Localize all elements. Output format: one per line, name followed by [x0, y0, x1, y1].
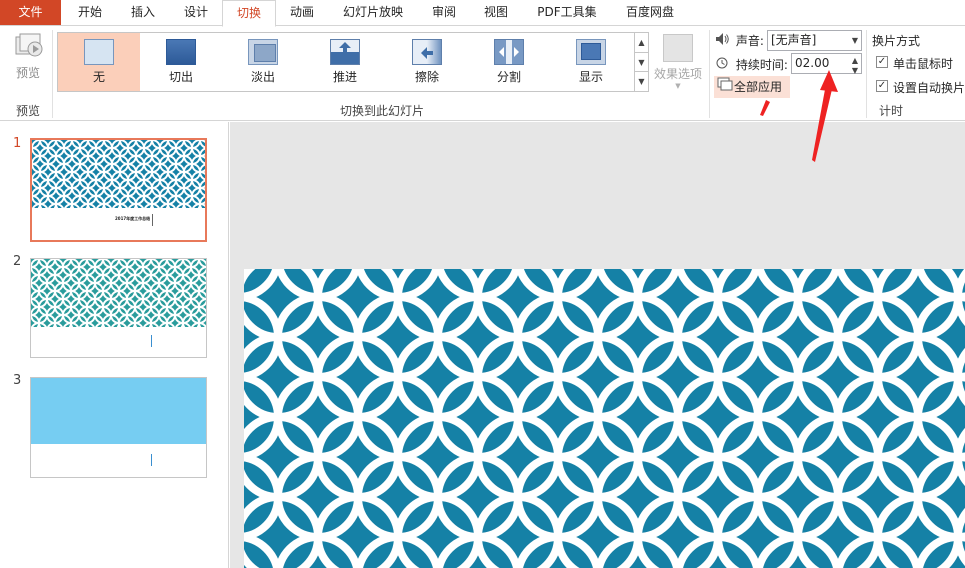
gallery-more-icon[interactable]: ▼ — [634, 71, 648, 91]
text-cursor — [151, 335, 152, 347]
transition-label: 推进 — [332, 70, 357, 84]
tab-view[interactable]: 视图 — [473, 0, 519, 26]
duration-label: 持续时间: — [735, 58, 788, 72]
sound-label: 声音: — [735, 34, 764, 48]
tab-design[interactable]: 设计 — [172, 0, 220, 26]
ribbon: 预览 预览 无 切出 淡出 推进 擦除 分割 显示 ▲ ▼ ▼ 效果选项 ▼ 切… — [0, 26, 965, 121]
duration-row: 持续时间: — [716, 56, 788, 73]
advance-slide-title: 换片方式 — [872, 34, 921, 48]
on-click-checkbox[interactable]: ✓ — [876, 56, 888, 68]
auto-advance-label: 设置自动换片 — [893, 81, 965, 95]
tab-slideshow[interactable]: 幻灯片放映 — [333, 0, 413, 26]
tab-home[interactable]: 开始 — [66, 0, 114, 26]
gallery-scroll-down-icon[interactable]: ▼ — [634, 52, 648, 71]
slide-1-pattern — [32, 140, 205, 208]
tab-insert[interactable]: 插入 — [119, 0, 167, 26]
group-divider — [709, 30, 710, 118]
slide-1-caption: 2017年度工作总结 — [115, 216, 151, 221]
slide-number: 3 — [13, 373, 22, 388]
wipe-transition-icon — [412, 39, 442, 65]
preview-button-label: 预览 — [15, 66, 40, 80]
slide-edit-area — [230, 122, 965, 568]
slide-thumbnail-panel: 1 2017年度工作总结 2 3 — [0, 122, 229, 568]
current-slide-canvas[interactable] — [244, 269, 965, 568]
transition-split[interactable]: 分割 — [468, 33, 550, 91]
slide-2-pattern — [31, 259, 206, 327]
sound-value: [无声音] — [771, 33, 817, 47]
timing-group-label: 计时 — [878, 104, 903, 118]
slide-thumbnail-2[interactable] — [30, 258, 207, 358]
transition-push[interactable]: 推进 — [304, 33, 386, 91]
sound-row: 声音: — [716, 32, 764, 49]
effect-options-button[interactable]: 效果选项 ▼ — [652, 34, 704, 90]
transition-label: 擦除 — [414, 70, 439, 84]
slide-number: 2 — [13, 254, 22, 269]
tabbar-divider — [0, 25, 965, 26]
group-divider — [52, 30, 53, 118]
text-cursor — [151, 454, 152, 466]
none-transition-icon — [84, 39, 114, 65]
slide-background-pattern — [244, 269, 965, 568]
split-transition-icon — [494, 39, 524, 65]
duration-spinner[interactable]: 02.00 ▲ ▼ — [791, 53, 862, 75]
tab-file[interactable]: 文件 — [0, 0, 61, 26]
preview-icon — [12, 32, 44, 62]
auto-advance-checkbox[interactable]: ✓ — [876, 80, 888, 92]
clock-icon — [716, 57, 732, 72]
speaker-icon — [716, 33, 732, 48]
text-cursor — [152, 214, 153, 226]
sound-select[interactable]: [无声音] ▼ — [767, 30, 862, 51]
effect-options-icon — [663, 34, 693, 62]
slide-thumbnail-1[interactable]: 2017年度工作总结 — [30, 138, 207, 242]
preview-button[interactable]: 预览 — [6, 32, 50, 81]
transition-fade[interactable]: 淡出 — [222, 33, 304, 91]
fade-transition-icon — [248, 39, 278, 65]
tab-pdf-tools[interactable]: PDF工具集 — [527, 0, 607, 26]
slide-number: 1 — [13, 136, 22, 151]
tab-transitions[interactable]: 切换 — [222, 0, 276, 27]
transition-group-label: 切换到此幻灯片 — [339, 104, 424, 118]
tab-animations[interactable]: 动画 — [278, 0, 326, 26]
transition-gallery: 无 切出 淡出 推进 擦除 分割 显示 ▲ ▼ ▼ — [57, 32, 649, 92]
transition-wipe[interactable]: 擦除 — [386, 33, 468, 91]
tab-review[interactable]: 审阅 — [421, 0, 467, 26]
duration-value: 02.00 — [795, 56, 830, 70]
effect-options-label: 效果选项 — [653, 67, 702, 81]
apply-all-icon — [714, 76, 734, 98]
spin-down-icon[interactable]: ▼ — [852, 61, 858, 80]
chevron-down-icon[interactable]: ▼ — [852, 31, 858, 50]
ribbon-tab-bar: 文件 开始 插入 设计 切换 动画 幻灯片放映 审阅 视图 PDF工具集 百度网… — [0, 0, 965, 27]
apply-all-button[interactable]: 全部应用 — [714, 76, 790, 98]
preview-group-label: 预览 — [15, 104, 40, 118]
transition-none[interactable]: 无 — [58, 33, 140, 91]
transition-label: 切出 — [168, 70, 193, 84]
cut-transition-icon — [166, 39, 196, 65]
apply-all-label: 全部应用 — [734, 80, 783, 94]
on-click-label: 单击鼠标时 — [893, 57, 954, 71]
transition-label: 分割 — [496, 70, 521, 84]
transition-label: 无 — [92, 70, 105, 84]
transition-label: 淡出 — [250, 70, 275, 84]
push-transition-icon — [330, 39, 360, 65]
transition-reveal[interactable]: 显示 — [550, 33, 632, 91]
slide-3-header — [31, 378, 206, 444]
slide-thumbnail-3[interactable] — [30, 377, 207, 478]
transition-cut[interactable]: 切出 — [140, 33, 222, 91]
chevron-down-icon: ▼ — [675, 82, 681, 90]
transition-label: 显示 — [578, 70, 603, 84]
tab-baidu-netdisk[interactable]: 百度网盘 — [614, 0, 686, 26]
reveal-transition-icon — [576, 39, 606, 65]
gallery-scroll-up-icon[interactable]: ▲ — [634, 33, 648, 52]
